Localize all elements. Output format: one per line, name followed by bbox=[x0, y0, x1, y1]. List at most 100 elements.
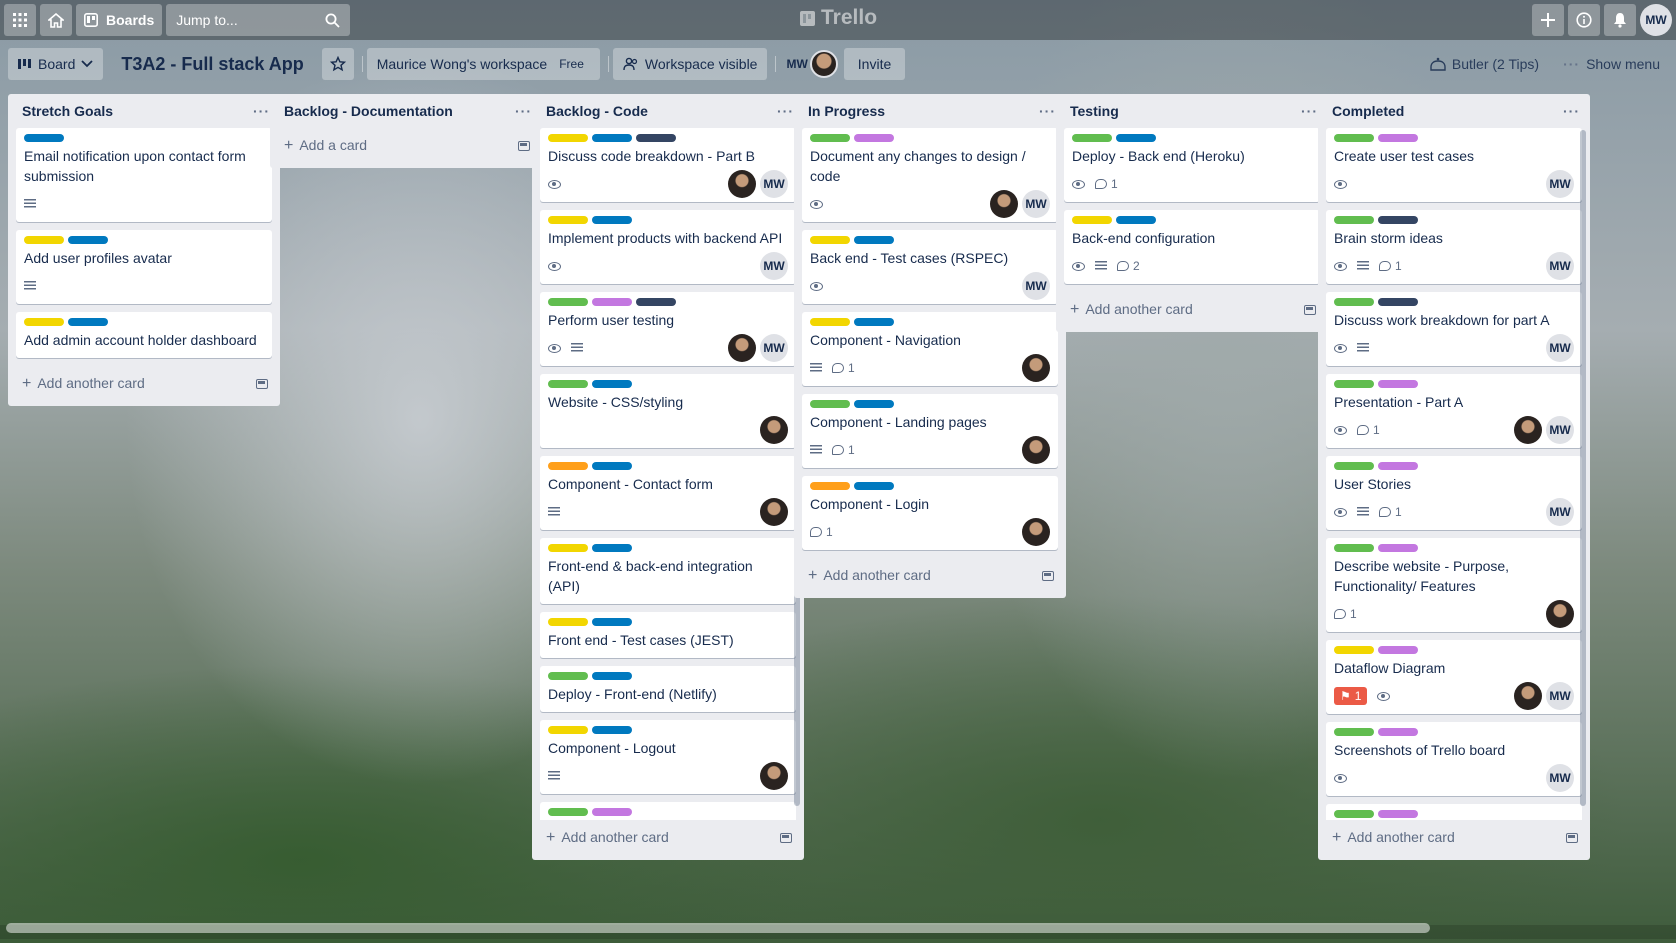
card-template-icon[interactable] bbox=[256, 379, 268, 389]
label-purple[interactable] bbox=[592, 808, 632, 816]
label-blue[interactable] bbox=[1116, 134, 1156, 142]
label-yellow[interactable] bbox=[548, 544, 588, 552]
label-purple[interactable] bbox=[1378, 728, 1418, 736]
label-blue[interactable] bbox=[854, 318, 894, 326]
label-green[interactable] bbox=[1334, 728, 1374, 736]
label-green[interactable] bbox=[810, 134, 850, 142]
card[interactable]: Website - CSS/styling bbox=[540, 374, 796, 448]
list-title[interactable]: Stretch Goals bbox=[22, 103, 113, 119]
list-stretch-goals[interactable]: Stretch Goals ··· Email notification upon … bbox=[8, 94, 280, 406]
label-blue[interactable] bbox=[592, 134, 632, 142]
card[interactable]: Back-end configuration 2 bbox=[1064, 210, 1320, 284]
label-blue[interactable] bbox=[592, 462, 632, 470]
card[interactable]: Describe website - Purpose, Functionalit… bbox=[1326, 538, 1582, 632]
label-purple[interactable] bbox=[1378, 810, 1418, 818]
card-template-icon[interactable] bbox=[1566, 833, 1578, 843]
add-card-button[interactable]: + Add another card bbox=[1318, 820, 1590, 856]
trello-logo[interactable]: Trello bbox=[800, 6, 877, 30]
member-avatar[interactable] bbox=[809, 50, 838, 78]
member-avatar[interactable] bbox=[1546, 600, 1574, 628]
member-avatar[interactable] bbox=[728, 334, 756, 362]
card[interactable]: Email notification upon contact form sub… bbox=[16, 128, 272, 222]
label-blue[interactable] bbox=[592, 216, 632, 224]
list-scrollbar[interactable] bbox=[1580, 130, 1586, 806]
horizontal-scrollbar-thumb[interactable] bbox=[6, 923, 1430, 933]
create-plus-icon[interactable] bbox=[1532, 4, 1564, 36]
list-menu-dots-icon[interactable]: ··· bbox=[777, 103, 794, 119]
list-testing[interactable]: Testing ··· Deploy - Back end (Heroku) 1 Bac… bbox=[1056, 94, 1328, 332]
label-purple[interactable] bbox=[1378, 646, 1418, 654]
add-card-button[interactable]: + Add another card bbox=[794, 558, 1066, 594]
member-avatar[interactable] bbox=[1022, 436, 1050, 464]
label-yellow[interactable] bbox=[548, 134, 588, 142]
visibility-button[interactable]: Workspace visible bbox=[612, 48, 768, 80]
add-card-button[interactable]: + Add a card bbox=[270, 128, 542, 164]
label-green[interactable] bbox=[548, 380, 588, 388]
card[interactable]: Presentation - Part A 1 MW bbox=[1326, 374, 1582, 448]
card-template-icon[interactable] bbox=[518, 141, 530, 151]
list-menu-dots-icon[interactable]: ··· bbox=[515, 103, 532, 119]
card[interactable]: Document any changes to design / code MW bbox=[802, 128, 1058, 222]
label-blue[interactable] bbox=[68, 318, 108, 326]
info-icon[interactable] bbox=[1568, 4, 1600, 36]
member-initials-avatar[interactable]: MW bbox=[1546, 498, 1574, 526]
card[interactable]: Implement products with backend API MW bbox=[540, 210, 796, 284]
label-green[interactable] bbox=[1334, 810, 1374, 818]
butler-button[interactable]: Butler (2 Tips) bbox=[1422, 48, 1547, 80]
label-blue[interactable] bbox=[854, 482, 894, 490]
card[interactable]: Deploy - Front-end (Netlify) bbox=[540, 666, 796, 712]
board-members[interactable]: MW bbox=[786, 50, 838, 78]
label-green[interactable] bbox=[548, 808, 588, 816]
list-title[interactable]: Testing bbox=[1070, 103, 1119, 119]
label-blue[interactable] bbox=[592, 726, 632, 734]
member-initials-avatar[interactable]: MW bbox=[1546, 764, 1574, 792]
due-alert-badge[interactable]: ⚑ 1 bbox=[1334, 687, 1368, 705]
label-purple[interactable] bbox=[1378, 134, 1418, 142]
label-blue[interactable] bbox=[1116, 216, 1156, 224]
label-blue[interactable] bbox=[854, 236, 894, 244]
card[interactable]: Front-end & back-end integration (API) bbox=[540, 538, 796, 604]
label-yellow[interactable] bbox=[810, 236, 850, 244]
label-navy[interactable] bbox=[1378, 298, 1418, 306]
label-blue[interactable] bbox=[592, 672, 632, 680]
card[interactable]: Add user profiles avatar bbox=[16, 230, 272, 304]
label-green[interactable] bbox=[1072, 134, 1112, 142]
card[interactable]: Brain storm ideas 1 MW bbox=[1326, 210, 1582, 284]
card-template-icon[interactable] bbox=[1042, 571, 1054, 581]
list-title[interactable]: In Progress bbox=[808, 103, 885, 119]
member-avatar[interactable] bbox=[728, 170, 756, 198]
member-avatar[interactable] bbox=[760, 498, 788, 526]
add-card-button[interactable]: + Add another card bbox=[1056, 292, 1328, 328]
label-green[interactable] bbox=[548, 672, 588, 680]
horizontal-scrollbar-track[interactable] bbox=[0, 923, 1676, 939]
list-menu-dots-icon[interactable]: ··· bbox=[1301, 103, 1318, 119]
label-blue[interactable] bbox=[592, 618, 632, 626]
star-board-button[interactable] bbox=[321, 48, 354, 80]
card[interactable]: Front end - Test cases (JEST) bbox=[540, 612, 796, 658]
card[interactable]: Dataflow Diagram ⚑ 1 MW bbox=[1326, 640, 1582, 714]
label-blue[interactable] bbox=[24, 134, 64, 142]
card[interactable]: Screenshots of Trello board MW bbox=[1326, 722, 1582, 796]
label-yellow[interactable] bbox=[548, 216, 588, 224]
label-green[interactable] bbox=[1334, 298, 1374, 306]
list-in-progress[interactable]: In Progress ··· Document any changes to de… bbox=[794, 94, 1066, 598]
member-avatar[interactable] bbox=[1022, 518, 1050, 546]
label-green[interactable] bbox=[1334, 462, 1374, 470]
label-blue[interactable] bbox=[854, 400, 894, 408]
label-green[interactable] bbox=[1334, 544, 1374, 552]
list-title[interactable]: Backlog - Documentation bbox=[284, 103, 453, 119]
card[interactable]: Component - Logout bbox=[540, 720, 796, 794]
card-template-icon[interactable] bbox=[1304, 305, 1316, 315]
card[interactable]: Component - Contact form bbox=[540, 456, 796, 530]
label-blue[interactable] bbox=[68, 236, 108, 244]
label-navy[interactable] bbox=[636, 134, 676, 142]
label-yellow[interactable] bbox=[810, 318, 850, 326]
member-initials-avatar[interactable]: MW bbox=[1022, 190, 1050, 218]
search-input[interactable]: Jump to... bbox=[166, 4, 351, 36]
board-view-switcher[interactable]: Board bbox=[8, 48, 104, 80]
label-green[interactable] bbox=[810, 400, 850, 408]
label-navy[interactable] bbox=[636, 298, 676, 306]
member-avatar[interactable] bbox=[1514, 682, 1542, 710]
label-blue[interactable] bbox=[592, 380, 632, 388]
card[interactable]: Deploy - Back end (Heroku) 1 bbox=[1064, 128, 1320, 202]
